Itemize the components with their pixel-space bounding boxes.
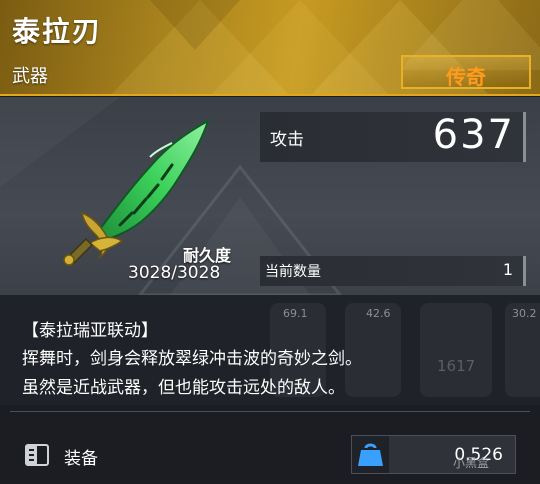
watermark: 小黑盒 [453, 456, 490, 470]
equip-book-icon[interactable] [24, 442, 50, 468]
rarity-label: 传奇 [446, 65, 486, 89]
description-title: 【泰拉瑞亚联动】 [22, 321, 158, 341]
description-line: 挥舞时，剑身会释放翠绿冲击波的奇妙之剑。 [22, 349, 362, 369]
background-item-slot [420, 303, 492, 397]
count-label: 当前数量 [265, 264, 321, 280]
item-name: 泰拉刃 [12, 15, 103, 48]
count-value: 1 [502, 260, 513, 279]
background-number: 1617 [437, 357, 476, 375]
attack-label: 攻击 [270, 130, 304, 150]
item-type: 武器 [12, 66, 48, 87]
item-description: 69.1 42.6 30.2 1617 【泰拉瑞亚联动】 挥舞时，剑身会释放翠绿… [0, 295, 540, 405]
attack-stat: 攻击 637 [260, 112, 526, 162]
weight-display: 0.526 [351, 435, 516, 474]
header-divider [0, 94, 540, 96]
item-stats-panel: 耐久度 3028/3028 攻击 637 当前数量 1 [0, 97, 540, 295]
description-line: 虽然是近战武器，但也能攻击远处的敌人。 [22, 378, 345, 398]
background-number: 42.6 [366, 307, 391, 320]
weight-icon-frame [352, 436, 389, 473]
durability-value: 3028/3028 [128, 263, 221, 283]
background-number: 69.1 [283, 307, 308, 320]
rarity-badge: 传奇 [401, 55, 531, 89]
attack-value: 637 [432, 112, 515, 158]
equip-button[interactable]: 装备 [64, 444, 98, 469]
item-footer: 装备 0.526 小黑盒 [0, 412, 540, 484]
item-header: 泰拉刃 武器 传奇 [0, 0, 540, 96]
background-number: 30.2 [512, 307, 537, 320]
count-stat: 当前数量 1 [260, 256, 526, 286]
weight-bag-icon [358, 443, 383, 466]
